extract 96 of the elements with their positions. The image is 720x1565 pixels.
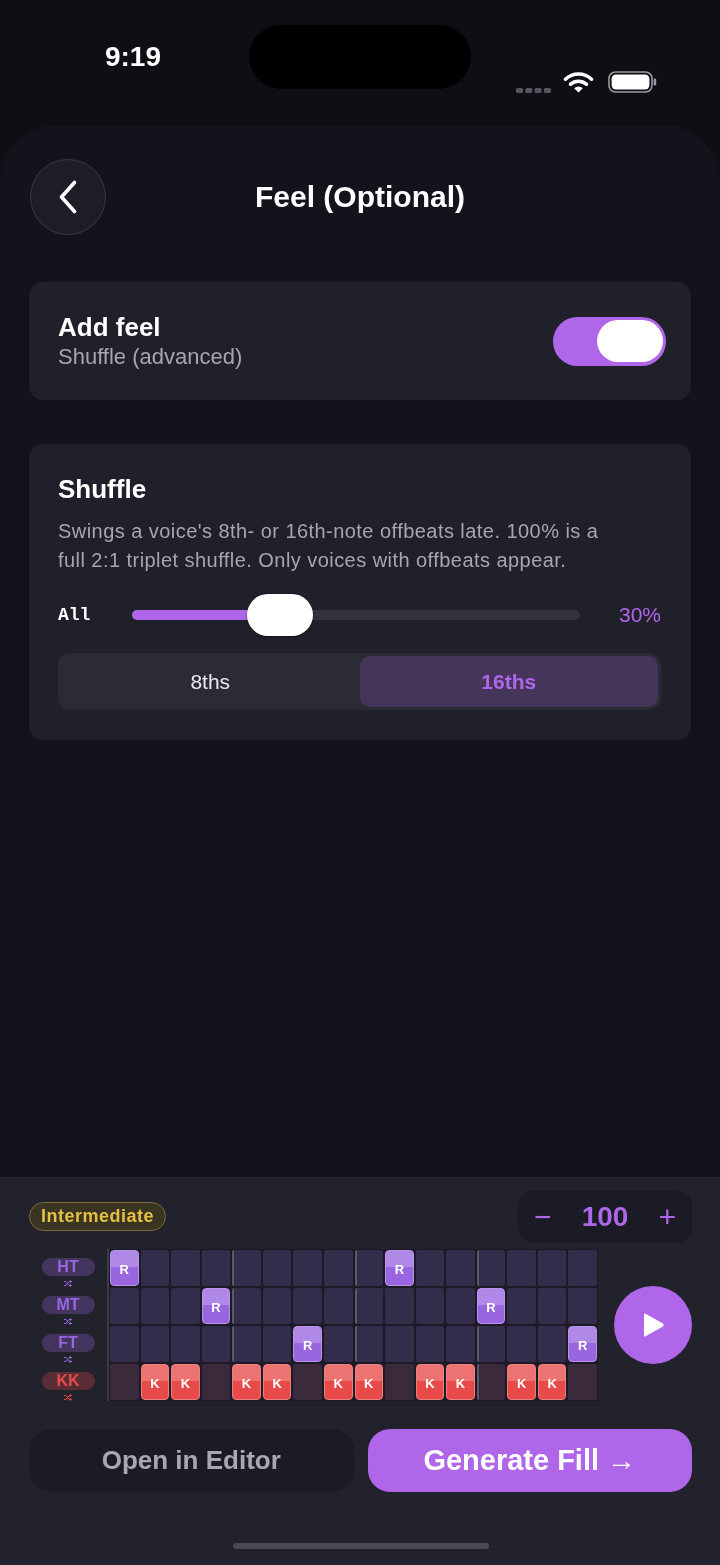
step-cell[interactable]: [507, 1326, 536, 1362]
shuffle-icon[interactable]: [61, 1318, 75, 1325]
toggle-switch[interactable]: [553, 316, 666, 366]
step-cell[interactable]: [140, 1326, 170, 1362]
step-cell[interactable]: [507, 1250, 536, 1286]
step-cell[interactable]: [262, 1250, 292, 1286]
step-cell[interactable]: [262, 1326, 292, 1362]
step-cell[interactable]: [568, 1250, 597, 1286]
step-cell[interactable]: [323, 1288, 353, 1324]
step-cell[interactable]: [171, 1288, 200, 1324]
step-cell[interactable]: [385, 1288, 414, 1324]
step-cell[interactable]: [293, 1250, 322, 1286]
step-pad[interactable]: K: [446, 1364, 475, 1400]
step-pad[interactable]: R: [385, 1250, 414, 1286]
step-pad[interactable]: K: [140, 1364, 170, 1400]
slider-value: 30%: [617, 602, 661, 629]
step-pad[interactable]: R: [201, 1288, 231, 1324]
step-cell[interactable]: [293, 1364, 322, 1400]
slider-thumb[interactable]: [246, 594, 313, 636]
step-cell[interactable]: [232, 1326, 261, 1362]
step-cell[interactable]: [232, 1288, 261, 1324]
step-pad[interactable]: K: [507, 1364, 536, 1400]
step-cell[interactable]: [446, 1288, 475, 1324]
step-cell[interactable]: [568, 1364, 597, 1400]
step-cell[interactable]: [537, 1288, 567, 1324]
battery-icon: [608, 71, 657, 93]
step-cell[interactable]: [354, 1288, 384, 1324]
shuffle-icon[interactable]: [61, 1280, 75, 1287]
step-cell[interactable]: [446, 1250, 475, 1286]
increment-button[interactable]: +: [654, 1198, 680, 1235]
step-cell[interactable]: [415, 1288, 445, 1324]
step-cell[interactable]: [293, 1288, 322, 1324]
tempo-value: 100: [581, 1199, 629, 1234]
setting-title: Add feel: [58, 311, 162, 343]
setting-subtitle: Shuffle (advanced): [58, 342, 243, 371]
step-cell[interactable]: [323, 1250, 353, 1286]
signal-icon: [516, 88, 551, 93]
step-cell[interactable]: [446, 1326, 475, 1362]
step-cell[interactable]: [354, 1326, 384, 1362]
step-pad[interactable]: R: [110, 1250, 139, 1286]
step-cell[interactable]: [537, 1250, 567, 1286]
step-cell[interactable]: [476, 1250, 506, 1286]
shuffle-icon[interactable]: [61, 1394, 75, 1401]
step-cell[interactable]: [385, 1364, 414, 1400]
step-pad[interactable]: K: [537, 1364, 567, 1400]
step-pad[interactable]: R: [568, 1326, 597, 1362]
step-pad[interactable]: K: [323, 1364, 353, 1400]
track-label: FT: [41, 1334, 95, 1352]
step-cell[interactable]: [110, 1326, 139, 1362]
shuffle-slider[interactable]: [132, 594, 580, 636]
step-cell[interactable]: [507, 1288, 536, 1324]
segment-tab[interactable]: 16ths: [359, 656, 658, 707]
step-pad[interactable]: K: [262, 1364, 292, 1400]
step-pad[interactable]: K: [232, 1364, 261, 1400]
step-cell[interactable]: [568, 1288, 597, 1324]
section-title: Shuffle: [58, 473, 148, 505]
step-pad[interactable]: R: [293, 1326, 322, 1362]
track-label: KK: [41, 1372, 95, 1390]
step-cell[interactable]: [385, 1326, 414, 1362]
step-cell[interactable]: [140, 1288, 170, 1324]
difficulty-tag: Intermediate: [29, 1202, 167, 1231]
step-cell[interactable]: [415, 1250, 445, 1286]
step-pad[interactable]: K: [415, 1364, 445, 1400]
step-cell[interactable]: [354, 1250, 384, 1286]
step-cell[interactable]: [140, 1250, 170, 1286]
step-cell[interactable]: [323, 1326, 353, 1362]
status-time: 9:19: [103, 40, 162, 74]
step-cell[interactable]: [171, 1250, 200, 1286]
step-cell[interactable]: [415, 1326, 445, 1362]
screen-title: Feel (Optional): [255, 179, 465, 215]
step-cell[interactable]: [476, 1326, 506, 1362]
step-cell[interactable]: [537, 1326, 567, 1362]
step-pad[interactable]: R: [476, 1288, 506, 1324]
segment-tab[interactable]: 8ths: [61, 656, 360, 707]
step-cell[interactable]: [110, 1288, 139, 1324]
step-cell[interactable]: [201, 1364, 231, 1400]
shuffle-icon[interactable]: [61, 1356, 75, 1363]
generate-button[interactable]: Generate Fill →: [367, 1429, 692, 1492]
track-label: HT: [41, 1258, 95, 1276]
slider-label: All: [58, 603, 92, 627]
step-cell[interactable]: [171, 1326, 200, 1362]
wifi-icon: [563, 71, 594, 93]
play-icon: [641, 1312, 665, 1338]
description-text: Swings a voice's 8th- or 16th-note offbeats late. 100% is a full 2:1 triplet shuffle. Only voices with offbeats appear.: [58, 519, 600, 573]
step-cell[interactable]: [476, 1364, 506, 1400]
decrement-button[interactable]: −: [530, 1198, 556, 1235]
step-cell[interactable]: [201, 1250, 231, 1286]
step-pad[interactable]: K: [171, 1364, 200, 1400]
step-cell[interactable]: [201, 1326, 231, 1362]
chevron-left-icon: [58, 180, 78, 214]
editor-button[interactable]: Open in Editor: [29, 1429, 354, 1492]
step-cell[interactable]: [110, 1364, 139, 1400]
step-cell[interactable]: [232, 1250, 261, 1286]
step-cell[interactable]: [262, 1288, 292, 1324]
track-label: MT: [41, 1296, 95, 1314]
step-pad[interactable]: K: [354, 1364, 384, 1400]
